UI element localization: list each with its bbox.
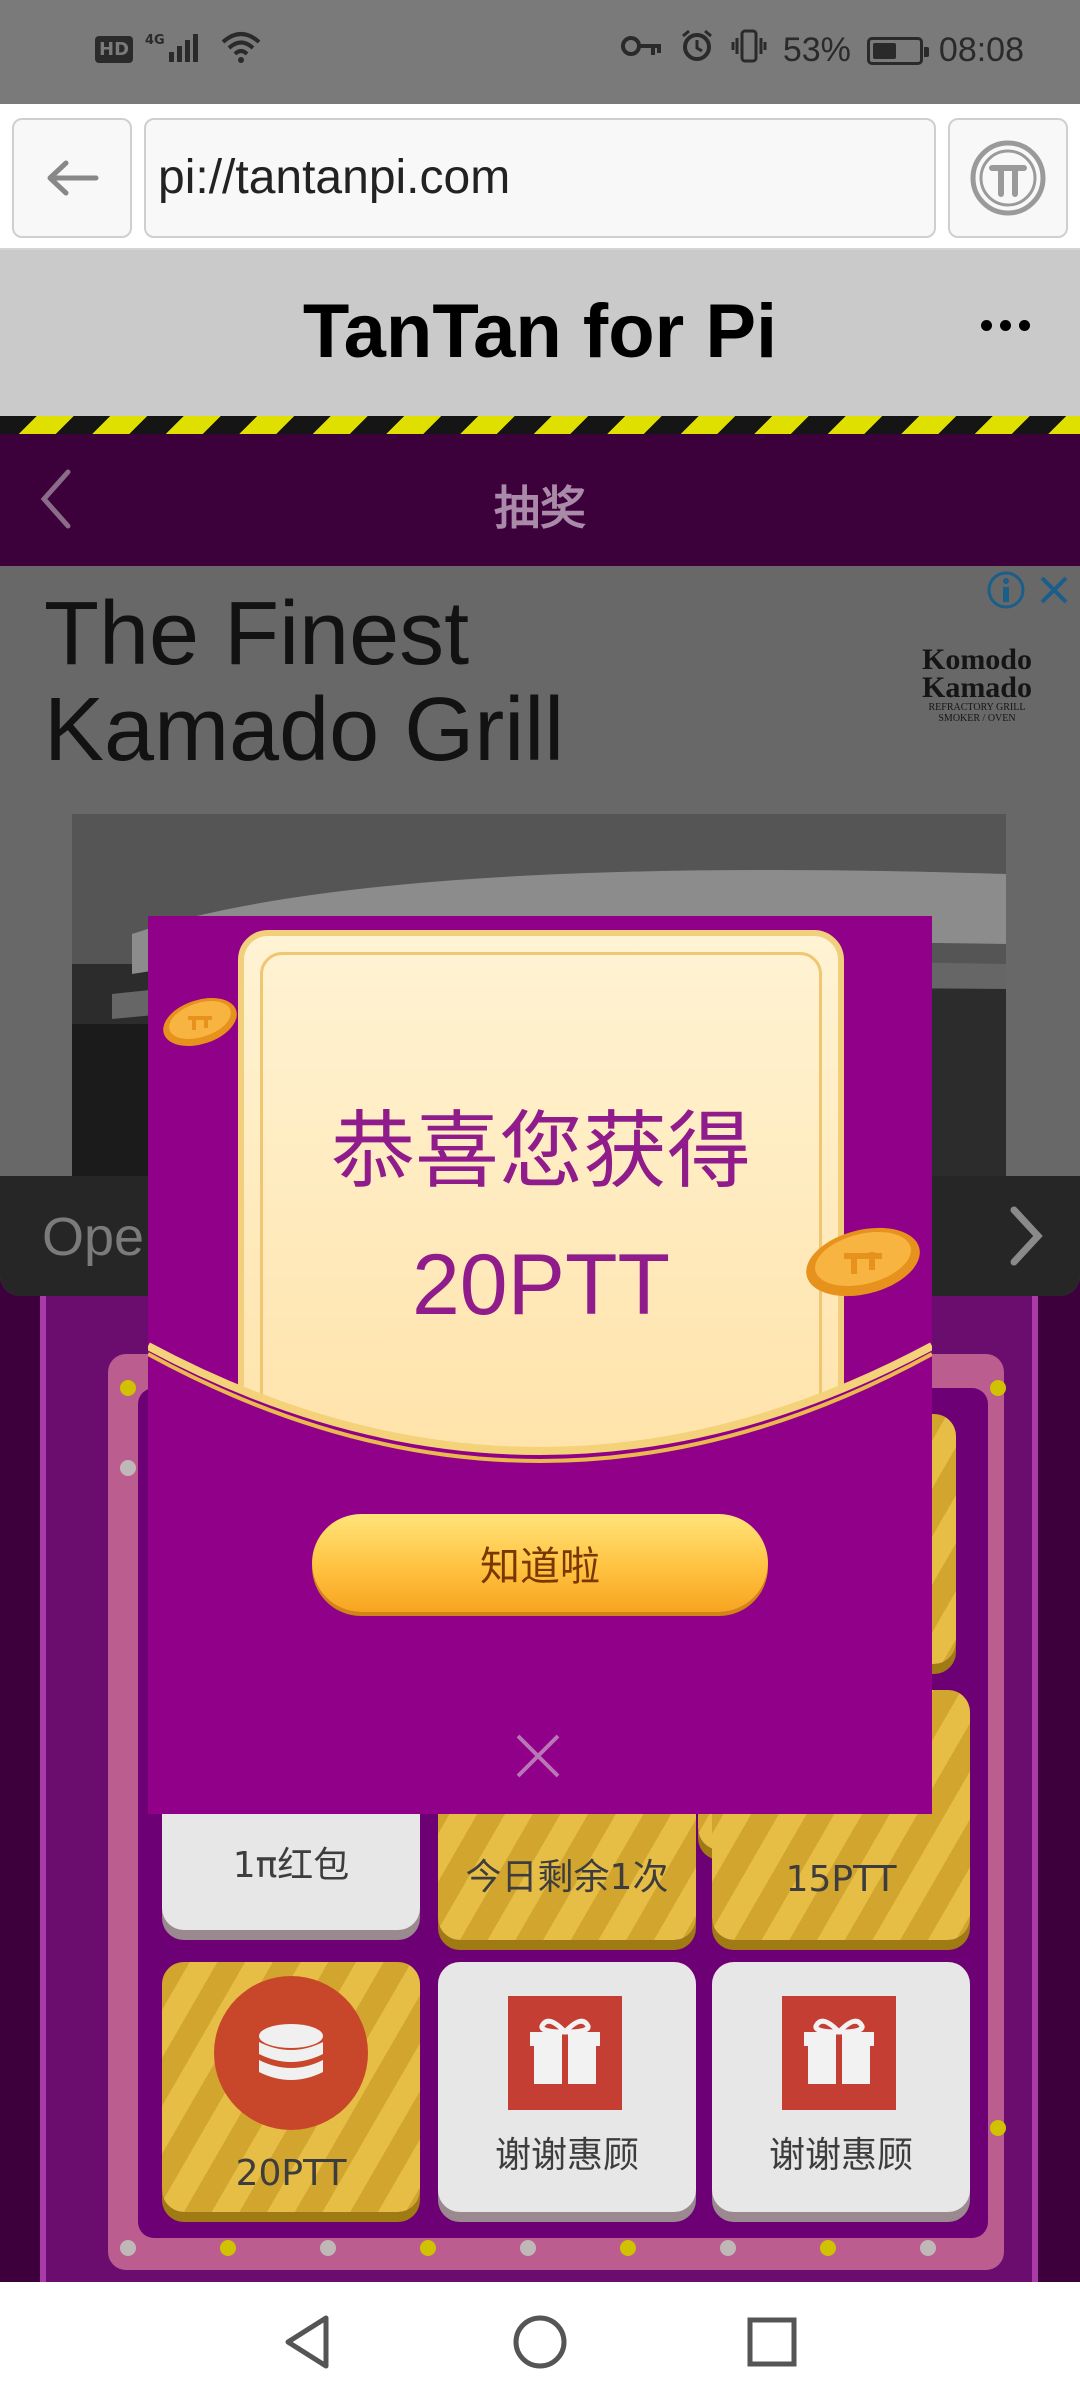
- pi-logo-icon: [970, 140, 1046, 216]
- browser-bar: pi://tantanpi.com: [0, 104, 1080, 250]
- battery-fill: [872, 42, 896, 59]
- url-input[interactable]: pi://tantanpi.com: [144, 118, 936, 238]
- acknowledge-button[interactable]: 知道啦: [312, 1514, 768, 1612]
- more-horizontal-icon[interactable]: [981, 320, 1030, 331]
- home-circle-icon[interactable]: [510, 2312, 570, 2372]
- app-title: TanTan for Pi: [302, 289, 778, 374]
- status-left: HD 4G: [95, 30, 261, 68]
- prize-congrats-text: 恭喜您获得: [330, 1102, 751, 1200]
- battery-icon: [866, 36, 929, 65]
- hd-icon: HD: [95, 35, 134, 63]
- pi-coin-icon: [163, 998, 237, 1046]
- wifi-icon: [221, 30, 261, 68]
- recents-square-icon[interactable]: [742, 2312, 802, 2372]
- page-nav-bar: 抽奖: [0, 434, 1080, 566]
- key-icon: [620, 31, 663, 70]
- status-bar: HD 4G 53% 08:08: [0, 0, 1080, 104]
- pi-browser-button[interactable]: [948, 118, 1068, 238]
- status-right: 53% 08:08: [620, 28, 1024, 73]
- alarm-icon: [679, 28, 715, 73]
- browser-back-button[interactable]: [12, 118, 132, 238]
- system-nav-bar: [0, 2282, 1080, 2400]
- arrow-left-icon: [47, 160, 99, 196]
- vibrate-icon: [731, 28, 767, 73]
- close-icon[interactable]: [510, 1728, 566, 1784]
- clock: 08:08: [938, 31, 1024, 69]
- back-triangle-icon[interactable]: [278, 2312, 338, 2372]
- prize-modal: 恭喜您获得 20PTT 知道啦: [148, 916, 932, 1814]
- page-title: 抽奖: [494, 481, 586, 535]
- battery-percent: 53%: [782, 31, 851, 69]
- svg-text:4G: 4G: [145, 33, 165, 48]
- hazard-stripe: [0, 416, 1080, 434]
- signal-4g-icon: 4G: [145, 30, 209, 68]
- app-header: TanTan for Pi: [0, 250, 1080, 416]
- pi-coin-icon: [806, 1227, 920, 1297]
